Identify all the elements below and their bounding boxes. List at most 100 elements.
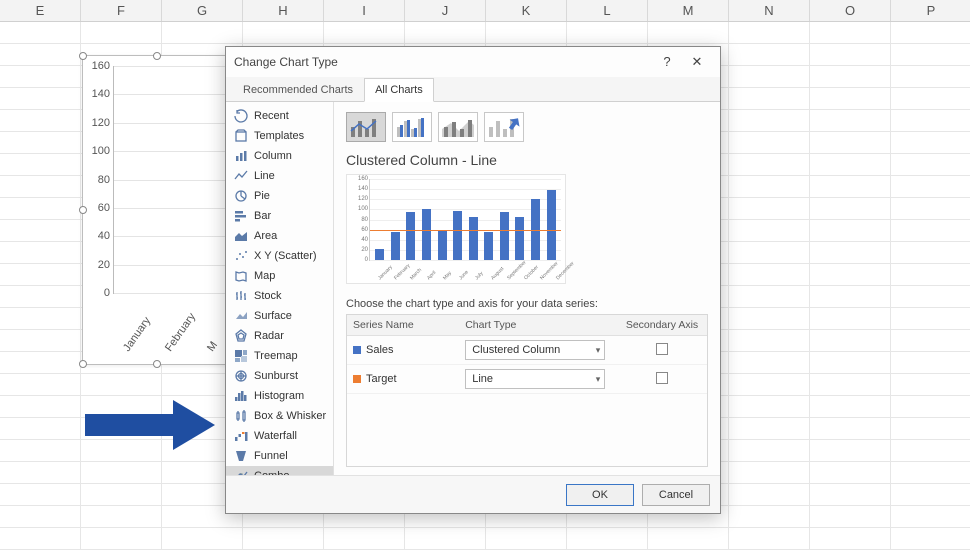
embedded-chart[interactable]: 020406080100120140160 JanuaryFebruaryM — [82, 55, 232, 365]
cell[interactable] — [0, 154, 81, 175]
cell[interactable] — [729, 220, 810, 241]
series-chart-type-select[interactable]: Line▾ — [465, 369, 605, 389]
column-header[interactable]: J — [405, 0, 486, 21]
ok-button[interactable]: OK — [566, 484, 634, 506]
cell[interactable] — [0, 264, 81, 285]
cell[interactable] — [729, 132, 810, 153]
cell[interactable] — [891, 220, 970, 241]
cell[interactable] — [729, 110, 810, 131]
cell[interactable] — [810, 484, 891, 505]
cell[interactable] — [0, 22, 81, 43]
chart-type-line[interactable]: Line — [226, 166, 333, 186]
cell[interactable] — [891, 396, 970, 417]
column-header[interactable]: I — [324, 0, 405, 21]
cell[interactable] — [810, 22, 891, 43]
cell[interactable] — [729, 66, 810, 87]
cell[interactable] — [81, 484, 162, 505]
cell[interactable] — [891, 440, 970, 461]
cell[interactable] — [810, 198, 891, 219]
cell[interactable] — [0, 418, 81, 439]
cell[interactable] — [810, 506, 891, 527]
secondary-axis-checkbox[interactable] — [656, 343, 668, 355]
chart-type-area[interactable]: Area — [226, 226, 333, 246]
cell[interactable] — [891, 418, 970, 439]
cell[interactable] — [0, 198, 81, 219]
cell[interactable] — [324, 22, 405, 43]
column-header[interactable]: N — [729, 0, 810, 21]
cell[interactable] — [810, 264, 891, 285]
cell[interactable] — [81, 22, 162, 43]
cell[interactable] — [729, 286, 810, 307]
cell[interactable] — [891, 374, 970, 395]
series-chart-type-select[interactable]: Clustered Column▾ — [465, 340, 605, 360]
chart-type-stock[interactable]: Stock — [226, 286, 333, 306]
cell[interactable] — [0, 176, 81, 197]
chart-type-sunburst[interactable]: Sunburst — [226, 366, 333, 386]
cell[interactable] — [729, 22, 810, 43]
column-header[interactable]: O — [810, 0, 891, 21]
cell[interactable] — [810, 110, 891, 131]
cell[interactable] — [891, 484, 970, 505]
column-header[interactable]: L — [567, 0, 648, 21]
cell[interactable] — [729, 88, 810, 109]
chart-type-recent[interactable]: Recent — [226, 106, 333, 126]
chart-type-column[interactable]: Column — [226, 146, 333, 166]
cell[interactable] — [0, 242, 81, 263]
cell[interactable] — [567, 22, 648, 43]
cell[interactable] — [729, 198, 810, 219]
cell[interactable] — [729, 418, 810, 439]
cell[interactable] — [0, 506, 81, 527]
cell[interactable] — [0, 220, 81, 241]
subtype-clustered-column-line[interactable] — [346, 112, 386, 142]
resize-handle[interactable] — [79, 52, 87, 60]
cell[interactable] — [729, 484, 810, 505]
cell[interactable] — [729, 352, 810, 373]
cell[interactable] — [729, 396, 810, 417]
cell[interactable] — [810, 330, 891, 351]
chart-type-pie[interactable]: Pie — [226, 186, 333, 206]
cell[interactable] — [810, 396, 891, 417]
cell[interactable] — [0, 110, 81, 131]
cell[interactable] — [810, 154, 891, 175]
cell[interactable] — [891, 132, 970, 153]
cell[interactable] — [0, 132, 81, 153]
cell[interactable] — [891, 286, 970, 307]
chart-type-templates[interactable]: Templates — [226, 126, 333, 146]
resize-handle[interactable] — [153, 52, 161, 60]
cell[interactable] — [810, 66, 891, 87]
resize-handle[interactable] — [153, 360, 161, 368]
cell[interactable] — [729, 176, 810, 197]
cell[interactable] — [810, 352, 891, 373]
cell[interactable] — [729, 506, 810, 527]
chart-type-map[interactable]: Map — [226, 266, 333, 286]
cell[interactable] — [810, 374, 891, 395]
cell[interactable] — [729, 374, 810, 395]
cell[interactable] — [0, 308, 81, 329]
cell[interactable] — [891, 110, 970, 131]
cell[interactable] — [729, 462, 810, 483]
cell[interactable] — [243, 22, 324, 43]
column-header[interactable]: H — [243, 0, 324, 21]
cell[interactable] — [810, 418, 891, 439]
column-header[interactable]: F — [81, 0, 162, 21]
cell[interactable] — [810, 176, 891, 197]
cell[interactable] — [810, 308, 891, 329]
column-header[interactable]: K — [486, 0, 567, 21]
cell[interactable] — [891, 264, 970, 285]
resize-handle[interactable] — [79, 360, 87, 368]
cell[interactable] — [648, 22, 729, 43]
cell[interactable] — [810, 286, 891, 307]
column-header[interactable]: P — [891, 0, 970, 21]
close-button[interactable]: ✕ — [682, 51, 712, 73]
cell[interactable] — [0, 440, 81, 461]
cell[interactable] — [891, 154, 970, 175]
cell[interactable] — [0, 88, 81, 109]
cell[interactable] — [810, 440, 891, 461]
help-button[interactable]: ? — [652, 51, 682, 73]
cell[interactable] — [0, 66, 81, 87]
cell[interactable] — [891, 352, 970, 373]
chart-type-funnel[interactable]: Funnel — [226, 446, 333, 466]
cell[interactable] — [729, 308, 810, 329]
cell[interactable] — [891, 308, 970, 329]
cell[interactable] — [81, 462, 162, 483]
